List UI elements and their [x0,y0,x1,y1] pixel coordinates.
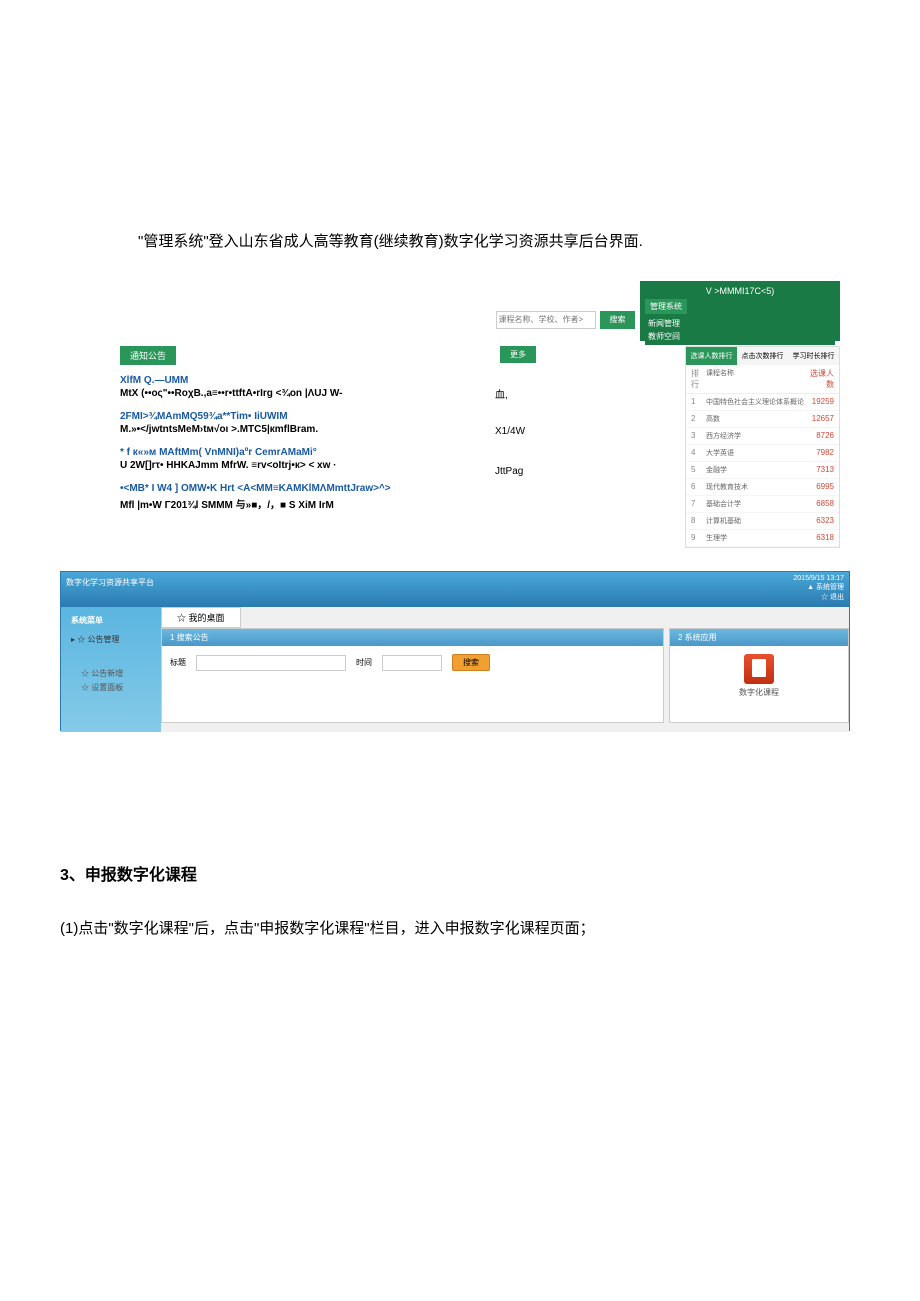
nav-item-teacher[interactable]: 教师空间 [648,331,832,342]
admin-main: ☆ 我的桌面 1 搜索公告 标题 时间 搜索 2 系统应用 [161,607,849,732]
admin-body: 系统菜单 ▸ ☆ 公告管理 ☆ 公告新增 ☆ 设置面板 ☆ 我的桌面 1 搜索公… [61,607,849,732]
rank-row[interactable]: 1中国特色社会主义理论体系概论19259 [686,394,839,411]
admin-panels: 1 搜索公告 标题 时间 搜索 2 系统应用 数字化 [161,628,849,723]
search-button[interactable]: 搜索 [452,654,490,671]
ranking-tabs: 选课人数排行 点击次数排行 学习时长排行 [686,347,839,365]
notice-desc: MtX (••oς"••RoχB.,a≡••r•ttftA•rIrg <¾on … [120,388,520,399]
screenshot-admin: 数字化学习资源共享平台 2015/9/15 13:17 ▲ 系统管理 ☆ 退出 … [60,571,850,731]
tab-desktop[interactable]: ☆ 我的桌面 [161,607,241,628]
intro-text: "管理系统"登入山东省成人高等教育(继续教育)数字化学习资源共享后台界面. [138,230,860,251]
icon-label: 数字化课程 [678,687,840,698]
notice-item[interactable]: •<MB* I W4 ] OMW•K Hrt <A<MM≡KAMKlMΛMmtt… [120,483,520,511]
rank-row[interactable]: 9生理学6318 [686,530,839,547]
notice-item[interactable]: XlfM Q.—UMM MtX (••oς"••RoχB.,a≡••r•ttft… [120,375,520,399]
input-title[interactable] [196,655,346,671]
sidebar-sub-settings[interactable]: ☆ 设置面板 [81,682,156,693]
notice-title: XlfM Q.—UMM [120,375,520,386]
section-3-heading: 3、申报数字化课程 [60,861,860,885]
notice-desc: Mfl |m•W Γ201¾l SMMM 与»■，/，■ S XiM IrM [120,496,520,511]
rank-tab-clicks[interactable]: 点击次数排行 [737,347,788,365]
admin-sidebar: 系统菜单 ▸ ☆ 公告管理 ☆ 公告新增 ☆ 设置面板 [61,607,161,732]
notice-box: 通知公告 XlfM Q.—UMM MtX (••oς"••RoχB.,a≡••r… [120,346,520,523]
notice-date: X1/4W [495,426,525,437]
admin-titlebar: 数字化学习资源共享平台 2015/9/15 13:17 ▲ 系统管理 ☆ 退出 [61,572,849,607]
col-count: 选课人数 [804,368,834,390]
system-label[interactable]: 管理系统 [645,299,687,314]
panel-header: 1 搜索公告 [162,629,663,646]
rank-row[interactable]: 2高数12657 [686,411,839,428]
notice-item[interactable]: * f к«»м MAftMm( VnMNI)aºr CemrAMaMi° U … [120,447,520,471]
search-input[interactable] [496,311,596,329]
logout-link[interactable]: ☆ 退出 [793,592,844,602]
sidebar-sub-add[interactable]: ☆ 公告新增 [81,668,156,679]
rank-row[interactable]: 7基础会计学6858 [686,496,839,513]
header-top-text: V >MMMI17C<5) [645,286,835,296]
section-3-text: (1)点击"数字化课程"后，点击"申报数字化课程"栏目，进入申报数字化课程页面； [60,910,860,948]
label-title: 标题 [170,657,186,668]
app-icon-box[interactable]: 数字化课程 [670,646,848,706]
sidebar-header: 系统菜单 [66,612,156,629]
rank-row[interactable]: 5金融学7313 [686,462,839,479]
nav-items: 新闻管理 教师空间 [645,315,835,345]
user-info[interactable]: ▲ 系统管理 [793,582,844,592]
notice-list: XlfM Q.—UMM MtX (••oς"••RoχB.,a≡••r•ttft… [120,375,520,511]
admin-user-area: 2015/9/15 13:17 ▲ 系统管理 ☆ 退出 [793,575,844,602]
rank-row[interactable]: 6现代教育技术6995 [686,479,839,496]
ranking-panel: 选课人数排行 点击次数排行 学习时长排行 排行 课程名称 选课人数 1中国特色社… [685,346,840,548]
rank-row[interactable]: 8计算机基础6323 [686,513,839,530]
notice-header: 通知公告 [120,346,176,365]
rank-header-row: 排行 课程名称 选课人数 [686,365,839,394]
more-button[interactable]: 更多 [500,346,536,363]
rank-tab-duration[interactable]: 学习时长排行 [788,347,839,365]
digital-course-icon [744,654,774,684]
input-time[interactable] [382,655,442,671]
search-button[interactable]: 搜索 [600,311,635,329]
notice-date: JttPag [495,466,523,477]
notice-desc: U 2W[]rτ• HHKAJmm MfrW. ≡rv<oItrj•к> < x… [120,460,520,471]
sidebar-sub-items: ☆ 公告新增 ☆ 设置面板 [66,668,156,693]
panel-system-apps: 2 系统应用 数字化课程 [669,628,849,723]
notice-title: * f к«»м MAftMm( VnMNI)aºr CemrAMaMi° [120,447,520,458]
timestamp: 2015/9/15 13:17 [793,575,844,582]
col-rank: 排行 [691,368,706,390]
portal-header: V >MMMI17C<5) 管理系统 新闻管理 教师空间 [640,281,840,341]
panel-header: 2 系统应用 [670,629,848,646]
admin-logo: 数字化学习资源共享平台 [66,577,154,588]
notice-title: •<MB* I W4 ] OMW•K Hrt <A<MM≡KAMKlMΛMmtt… [120,483,520,494]
rank-row[interactable]: 4大学英语7982 [686,445,839,462]
search-form: 标题 时间 搜索 [162,646,663,679]
label-time: 时间 [356,657,372,668]
notice-date: 血, [495,386,508,401]
notice-title: 2FMI>¾MAmMQ59¾a**Tim• IiUWIM [120,411,520,422]
col-name: 课程名称 [706,368,804,390]
notice-desc: M.»•</jwtntsMeM›tм√οι >.MTC5|кmflBram. [120,424,520,435]
rank-tab-enrollment[interactable]: 选课人数排行 [686,347,737,365]
search-area: 搜索 [496,309,635,329]
sidebar-item-notice[interactable]: ▸ ☆ 公告管理 [66,631,156,648]
panel-search-notice: 1 搜索公告 标题 时间 搜索 [161,628,664,723]
rank-row[interactable]: 3西方经济学8726 [686,428,839,445]
nav-item-news[interactable]: 新闻管理 [648,318,832,329]
notice-item[interactable]: 2FMI>¾MAmMQ59¾a**Tim• IiUWIM M.»•</jwtnt… [120,411,520,435]
screenshot-portal: 搜索 V >MMMI17C<5) 管理系统 新闻管理 教师空间 通知公告 Xlf… [120,281,840,561]
